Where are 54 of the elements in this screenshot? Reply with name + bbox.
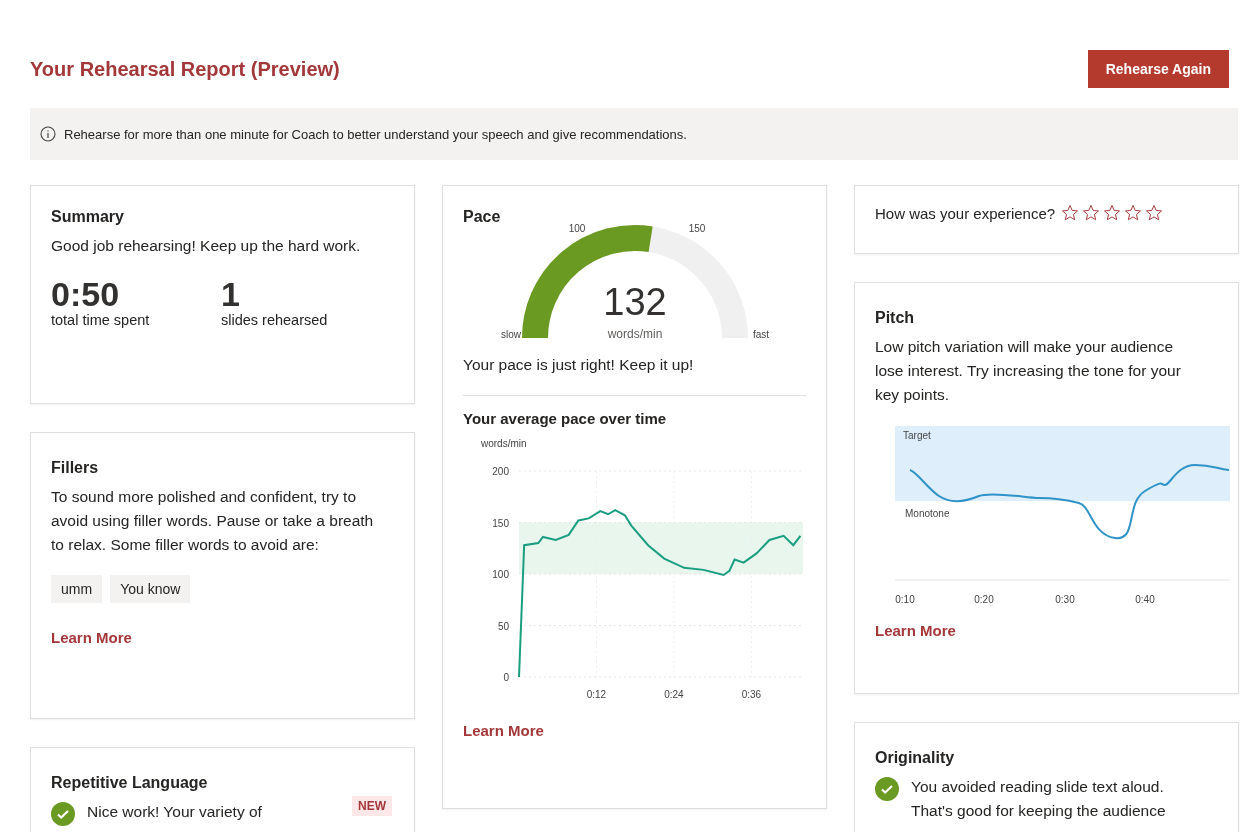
chart-title: Your average pace over time [463,410,668,427]
new-badge: NEW [352,796,392,816]
axis-title: words/min [481,438,527,449]
learn-more-link[interactable]: Learn More [51,629,132,646]
rehearse-again-button[interactable]: Rehearse Again [1087,50,1229,88]
star-icon[interactable] [1082,204,1101,222]
x-tick-label: 0:24 [664,689,684,700]
pace-unit: words/min [607,327,662,341]
card-title: Repetitive Language [51,774,209,792]
card-title: Summary [51,208,125,226]
stat-label: total time spent [51,312,151,328]
band-label: Target [903,430,931,441]
star-icon[interactable] [1061,204,1080,222]
repetitive-text: Nice work! Your variety of [87,802,263,822]
filler-word-tag: umm [51,575,103,603]
card-title: Fillers [51,459,100,477]
x-tick-label: 0:12 [586,689,607,700]
gauge-tick-label: 100 [568,223,585,234]
fast-label: fast [752,329,769,340]
x-tick-label: 0:20 [974,594,994,605]
y-tick-label: 0 [503,672,509,683]
learn-more-link[interactable]: Learn More [875,622,956,639]
card-title: Originality [875,749,956,767]
stat-label: slides rehearsed [221,312,329,328]
pitch-text: Low pitch variation will make your audience lose interest. Try increasing the tone for your key points. [875,337,1182,405]
stat-value: 1 [221,276,241,312]
x-tick-label: 0:40 [1135,594,1155,605]
info-icon [40,126,56,142]
filler-word-tag: You know [110,575,191,603]
x-tick-label: 0:36 [741,689,762,700]
pace-message: Your pace is just right! Keep it up! [463,355,695,375]
x-tick-label: 0:10 [895,594,915,605]
gauge-tick-label: 150 [688,223,705,234]
card-title: Pitch [875,309,916,327]
slow-label: slow [500,329,521,340]
stat-value: 0:50 [51,276,121,312]
y-tick-label: 50 [497,620,509,632]
star-icon[interactable] [1103,204,1122,222]
learn-more-link[interactable]: Learn More [463,722,544,739]
card-title: Pace [463,208,502,226]
y-tick-label: 100 [492,569,509,580]
star-icon[interactable] [1124,204,1143,222]
band-label: Monotone [905,508,950,519]
fillers-text: To sound more polished and confident, try to avoid using filler words. Pause or take a breath to relax. Some filler words to avoid are: [51,487,375,555]
originality-text: You avoided reading slide text aloud. That's good for keeping the audience [911,777,1167,821]
rating-question: How was your experience? [875,204,1056,222]
star-icon[interactable] [1145,204,1164,222]
notice-text: Rehearse for more than one minute for Coach to better understand your speech and give recommendations. [64,126,687,142]
x-tick-label: 0:30 [1055,594,1075,605]
pace-value: 132 [602,281,667,323]
report-title: Your Rehearsal Report (Preview) [30,57,340,81]
y-tick-label: 150 [492,517,509,529]
summary-text: Good job rehearsing! Keep up the hard work. [51,236,362,256]
y-tick-label: 200 [492,466,509,477]
